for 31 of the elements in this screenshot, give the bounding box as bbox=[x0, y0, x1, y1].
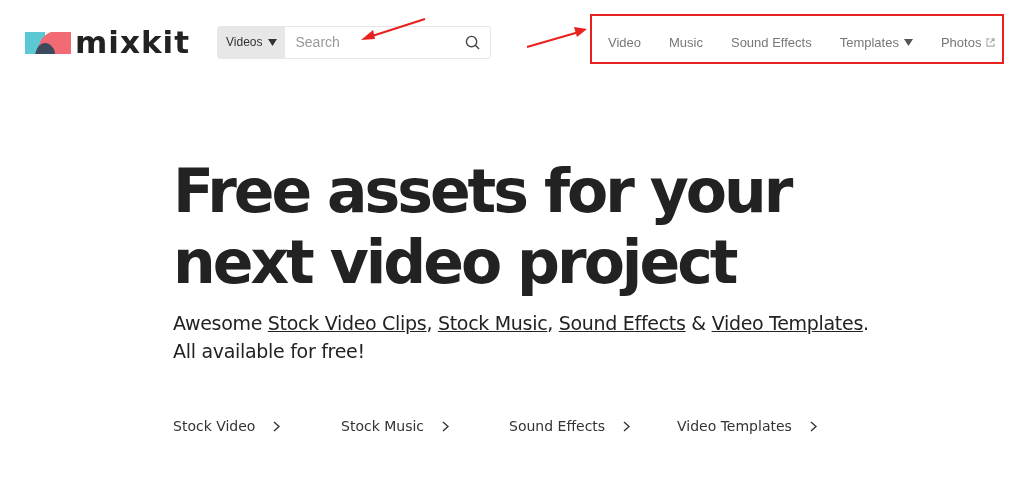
nav-link[interactable]: Templates bbox=[825, 34, 927, 50]
text-link[interactable]: Stock Music bbox=[437, 312, 548, 334]
external-link-icon bbox=[986, 37, 996, 47]
chevron-right-icon bbox=[623, 420, 631, 432]
chevron-right-icon bbox=[809, 420, 817, 432]
caret-icon bbox=[268, 38, 278, 46]
headline: Free assets for your bbox=[173, 156, 793, 227]
text-link[interactable]: Video Templates bbox=[711, 312, 863, 334]
tagline-subtext: All available for free! bbox=[173, 340, 366, 362]
text-link[interactable]: Sound Effects bbox=[558, 312, 686, 334]
nav-link[interactable]: Sound Effects bbox=[716, 34, 826, 50]
category-link[interactable]: Stock Music bbox=[341, 418, 509, 434]
chevron-right-icon bbox=[273, 420, 281, 432]
logo-icon bbox=[25, 30, 71, 54]
category-dropdown[interactable]: Videos bbox=[218, 26, 286, 58]
category-link[interactable]: Stock Video bbox=[173, 418, 341, 434]
text-link[interactable]: Stock Video Clips bbox=[267, 312, 427, 334]
chevron-right-icon bbox=[442, 420, 450, 432]
nav-link[interactable]: Video bbox=[594, 34, 655, 50]
category-link[interactable]: Sound Effects bbox=[509, 418, 677, 434]
annotation-arrow bbox=[525, 27, 589, 49]
nav-link[interactable]: Music bbox=[655, 34, 717, 50]
search-field[interactable]: Videos Search bbox=[217, 25, 491, 59]
category-link[interactable]: Video Templates bbox=[677, 418, 845, 434]
tagline: Awesome Stock Video Clips, Stock Music, Sound Effects & Video Templates. bbox=[173, 312, 870, 334]
headline: next video project bbox=[173, 227, 737, 298]
annotation-arrow bbox=[359, 17, 427, 43]
logo-wordmark[interactable]: mixkit bbox=[75, 26, 190, 58]
nav-link[interactable]: Photos bbox=[926, 34, 1010, 50]
search-icon[interactable] bbox=[465, 34, 480, 50]
caret-icon bbox=[903, 38, 913, 46]
